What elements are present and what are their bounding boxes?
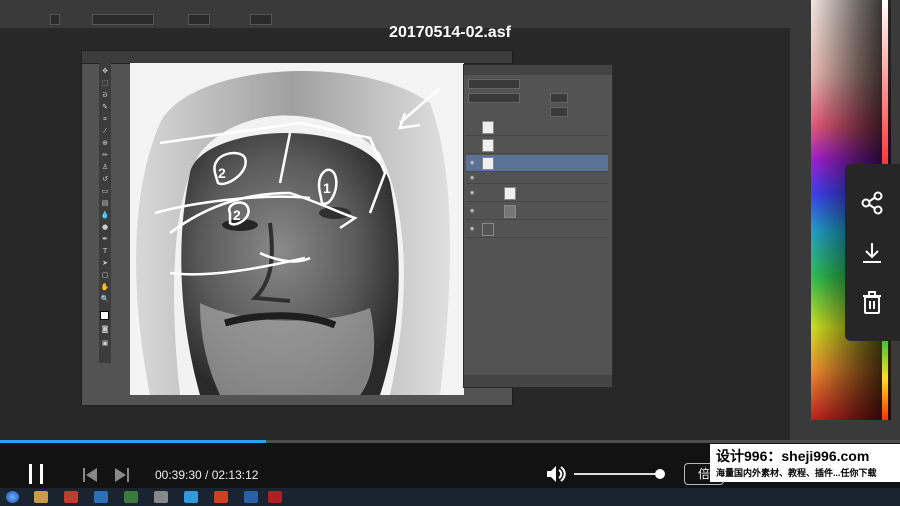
pen-tool-icon[interactable]: ✒ bbox=[100, 235, 110, 243]
previous-icon[interactable] bbox=[82, 467, 98, 482]
blur-tool-icon[interactable]: 💧 bbox=[100, 211, 110, 219]
quick-select-tool-icon[interactable]: ✎ bbox=[100, 103, 110, 111]
layer-filter-dropdown[interactable] bbox=[468, 79, 520, 89]
hand-tool-icon[interactable]: ✋ bbox=[100, 283, 110, 291]
layer-thumbnail bbox=[482, 157, 494, 170]
portrait-image: 2 1 2 bbox=[130, 63, 464, 395]
app-icon[interactable] bbox=[214, 491, 228, 503]
app-icon[interactable] bbox=[154, 491, 168, 503]
marquee-tool-icon[interactable]: ⬚ bbox=[100, 79, 110, 87]
share-icon[interactable] bbox=[859, 190, 885, 216]
eye-icon[interactable]: ◉ bbox=[470, 160, 474, 166]
stamp-tool-icon[interactable]: ♙ bbox=[100, 163, 110, 171]
layers-panel-footer bbox=[464, 375, 612, 387]
time-display: 00:39:30 / 02:13:12 bbox=[155, 468, 259, 482]
app-icon[interactable] bbox=[184, 491, 198, 503]
volume-slider[interactable] bbox=[574, 473, 660, 475]
foreground-color-swatch[interactable] bbox=[100, 311, 109, 320]
screen-mode-icon[interactable]: ▣ bbox=[100, 339, 110, 347]
watermark-subtitle: 海量国内外素材、教程、插件...任你下载 bbox=[716, 468, 877, 478]
app-icon[interactable] bbox=[94, 491, 108, 503]
share-sidebar bbox=[845, 164, 900, 341]
gradient-tool-icon[interactable]: ▤ bbox=[100, 199, 110, 207]
eye-icon[interactable]: ◉ bbox=[470, 175, 474, 181]
svg-text:2: 2 bbox=[233, 207, 241, 223]
trash-icon[interactable] bbox=[859, 290, 885, 316]
canvas-photo[interactable]: 2 1 2 bbox=[130, 63, 464, 395]
file-explorer-icon[interactable] bbox=[34, 491, 48, 503]
crop-tool-icon[interactable]: ⌗ bbox=[100, 115, 110, 123]
layer-thumbnail bbox=[504, 205, 516, 218]
app-icon[interactable] bbox=[64, 491, 78, 503]
eye-icon[interactable]: ◉ bbox=[470, 226, 474, 232]
eraser-tool-icon[interactable]: ▭ bbox=[100, 187, 110, 195]
svg-text:2: 2 bbox=[218, 165, 226, 181]
healing-tool-icon[interactable]: ⊕ bbox=[100, 139, 110, 147]
document-status-bar bbox=[112, 394, 312, 404]
document-window: ✥ ⬚ ᘐ ✎ ⌗ ⁄ ⊕ ✏ ♙ ↺ ▭ ▤ 💧 ● ✒ T ➤ ▢ ✋ 🔍 … bbox=[81, 50, 513, 406]
blend-mode-dropdown[interactable] bbox=[468, 93, 520, 103]
eye-icon[interactable]: ◉ bbox=[470, 190, 474, 196]
layers-panel-tabs[interactable] bbox=[464, 65, 612, 75]
layers-panel: ◉ ◉ ◉ ◉ ◉ bbox=[463, 64, 613, 388]
site-watermark: 设计996：sheji996.com 海量国内外素材、教程、插件...任你下载 bbox=[710, 444, 900, 482]
shape-tool-icon[interactable]: ▢ bbox=[100, 271, 110, 279]
layer-thumbnail bbox=[482, 223, 494, 236]
eyedropper-tool-icon[interactable]: ⁄ bbox=[100, 127, 110, 135]
zoom-tool-icon[interactable]: 🔍 bbox=[100, 295, 110, 303]
layer-thumbnail bbox=[482, 139, 494, 152]
start-button-icon[interactable] bbox=[6, 491, 19, 503]
layer-row[interactable]: ◉ bbox=[466, 203, 608, 220]
dodge-tool-icon[interactable]: ● bbox=[100, 223, 110, 231]
quick-mask-icon[interactable]: ◙ bbox=[100, 325, 110, 333]
pause-icon[interactable] bbox=[26, 463, 48, 485]
layer-row[interactable] bbox=[466, 137, 608, 154]
photoshop-icon[interactable] bbox=[244, 491, 258, 503]
layer-thumbnail bbox=[504, 187, 516, 200]
layer-row-background[interactable]: ◉ bbox=[466, 221, 608, 238]
history-brush-tool-icon[interactable]: ↺ bbox=[100, 175, 110, 183]
tools-panel: ✥ ⬚ ᘐ ✎ ⌗ ⁄ ⊕ ✏ ♙ ↺ ▭ ▤ 💧 ● ✒ T ➤ ▢ ✋ 🔍 … bbox=[99, 63, 111, 363]
lasso-tool-icon[interactable]: ᘐ bbox=[100, 91, 110, 99]
app-icon[interactable] bbox=[268, 491, 282, 503]
video-title: 20170514-02.asf bbox=[389, 24, 511, 41]
layer-group-row[interactable]: ◉ bbox=[466, 173, 608, 184]
layer-row[interactable]: ◉ bbox=[466, 185, 608, 202]
move-tool-icon[interactable]: ✥ bbox=[100, 67, 110, 75]
windows-taskbar bbox=[0, 488, 900, 506]
fill-field[interactable] bbox=[550, 107, 568, 117]
next-icon[interactable] bbox=[114, 467, 130, 482]
volume-slider-knob[interactable] bbox=[655, 469, 665, 479]
opacity-field[interactable] bbox=[550, 93, 568, 103]
path-select-tool-icon[interactable]: ➤ bbox=[100, 259, 110, 267]
brush-tool-icon[interactable]: ✏ bbox=[100, 151, 110, 159]
svg-text:1: 1 bbox=[323, 180, 331, 196]
layer-row-selected[interactable]: ◉ bbox=[466, 155, 608, 172]
volume-icon[interactable] bbox=[545, 464, 567, 484]
app-icon[interactable] bbox=[124, 491, 138, 503]
type-tool-icon[interactable]: T bbox=[100, 247, 110, 255]
watermark-title: 设计996：sheji996.com bbox=[716, 448, 870, 464]
download-icon[interactable] bbox=[859, 240, 885, 266]
layer-thumbnail bbox=[482, 121, 494, 134]
eye-icon[interactable]: ◉ bbox=[470, 208, 474, 214]
layer-row[interactable] bbox=[466, 119, 608, 136]
